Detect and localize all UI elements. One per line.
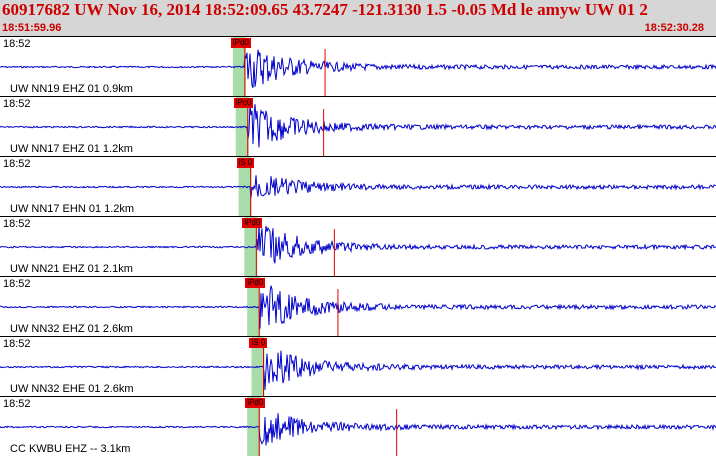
trace-panel[interactable]: 18:52 iPd0 UW NN21 EHZ 01 2.1km <box>0 216 716 276</box>
trace-panel[interactable]: 18:52 iPd0 UW NN32 EHZ 01 2.6km <box>0 276 716 336</box>
trace-time-label: 18:52 <box>3 98 31 110</box>
seismogram-panels: 18:52 iPd0 UW NN19 EHZ 01 0.9km 18:52 iPc0 UW… <box>0 36 716 458</box>
channel-label: CC KWBU EHZ -- 3.1km <box>10 443 131 455</box>
channel-label: UW NN19 EHZ 01 0.9km <box>10 83 133 95</box>
window-start-time: 18:51:59.96 <box>2 22 62 34</box>
channel-label: UW NN21 EHZ 01 2.1km <box>10 263 133 275</box>
channel-label: UW NN17 EHZ 01 1.2km <box>10 143 133 155</box>
trace-panel[interactable]: 18:52 iS 0 UW NN17 EHN 01 1.2km <box>0 156 716 216</box>
phase-pick-label[interactable]: iPd0 <box>242 218 263 228</box>
trace-time-label: 18:52 <box>3 398 31 410</box>
channel-label: UW NN17 EHN 01 1.2km <box>10 203 135 215</box>
waveform-line <box>0 175 716 198</box>
trace-time-label: 18:52 <box>3 338 31 350</box>
phase-pick-label[interactable]: iPd0 <box>245 398 266 408</box>
trace-panel[interactable]: 18:52 iPc0 UW NN17 EHZ 01 1.2km <box>0 96 716 156</box>
trace-panel[interactable]: 18:52 iPd0 UW NN19 EHZ 01 0.9km <box>0 36 716 96</box>
event-title: 60917682 UW Nov 16, 2014 18:52:09.65 43.… <box>2 0 648 19</box>
phase-pick-label[interactable]: iPc0 <box>233 98 254 108</box>
window-end-time: 18:52:30.28 <box>644 22 704 34</box>
trace-panel[interactable]: 18:52 iS 0 UW NN32 EHE 01 2.6km <box>0 336 716 396</box>
channel-label: UW NN32 EHZ 01 2.6km <box>10 323 133 335</box>
waveform-line <box>0 413 716 446</box>
trace-time-label: 18:52 <box>3 278 31 290</box>
trace-panel[interactable]: 18:52 iPd0 CC KWBU EHZ -- 3.1km <box>0 396 716 456</box>
event-header: 60917682 UW Nov 16, 2014 18:52:09.65 43.… <box>0 0 716 36</box>
trace-time-label: 18:52 <box>3 218 31 230</box>
phase-pick-label[interactable]: iS 0 <box>236 158 255 168</box>
trace-time-label: 18:52 <box>3 38 31 50</box>
waveform-line <box>0 104 716 148</box>
channel-label: UW NN32 EHE 01 2.6km <box>10 383 134 395</box>
trace-time-label: 18:52 <box>3 158 31 170</box>
waveform-line <box>0 224 716 264</box>
phase-pick-label[interactable]: iPd0 <box>245 278 266 288</box>
phase-pick-label[interactable]: iS 0 <box>249 338 268 348</box>
phase-pick-label[interactable]: iPd0 <box>230 38 251 48</box>
